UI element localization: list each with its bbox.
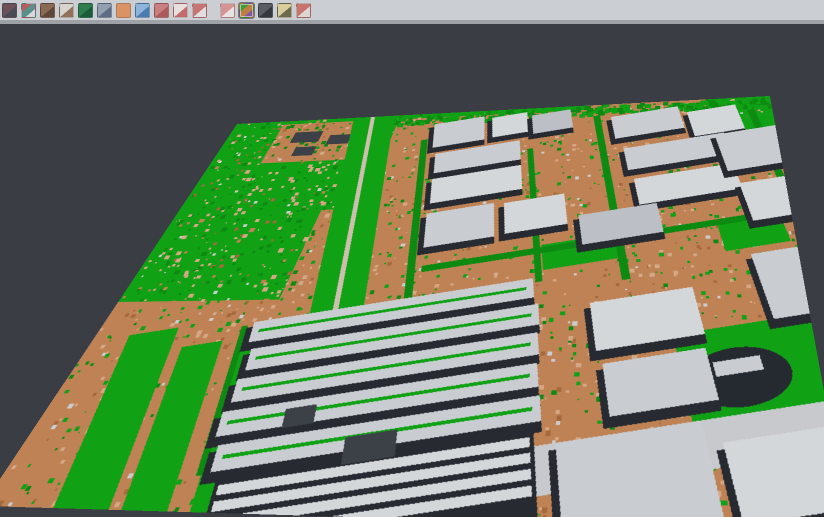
terrain-mesh[interactable] xyxy=(0,96,824,517)
mound-brown-icon[interactable] xyxy=(40,3,55,18)
ruler-vertical-icon[interactable] xyxy=(97,3,112,18)
viewport-3d[interactable] xyxy=(0,24,824,517)
orange-swatch-icon[interactable] xyxy=(116,3,131,18)
sparse-points-icon[interactable] xyxy=(59,3,74,18)
clipboard-dark-icon[interactable] xyxy=(2,3,17,18)
selection-brackets-icon[interactable] xyxy=(192,3,207,18)
toolbar xyxy=(0,0,824,24)
globe-icon[interactable] xyxy=(135,3,150,18)
red-stripe-icon[interactable] xyxy=(296,3,311,18)
sphere-gray-icon[interactable] xyxy=(258,3,273,18)
table-tan-icon[interactable] xyxy=(277,3,292,18)
circle-target-icon[interactable] xyxy=(173,3,188,18)
colored-points-icon[interactable] xyxy=(21,3,36,18)
mound-green-icon[interactable] xyxy=(78,3,93,18)
stacked-bars-red-icon[interactable] xyxy=(154,3,169,18)
checker-red-icon[interactable] xyxy=(220,3,235,18)
classification-palette-icon[interactable] xyxy=(239,3,254,18)
